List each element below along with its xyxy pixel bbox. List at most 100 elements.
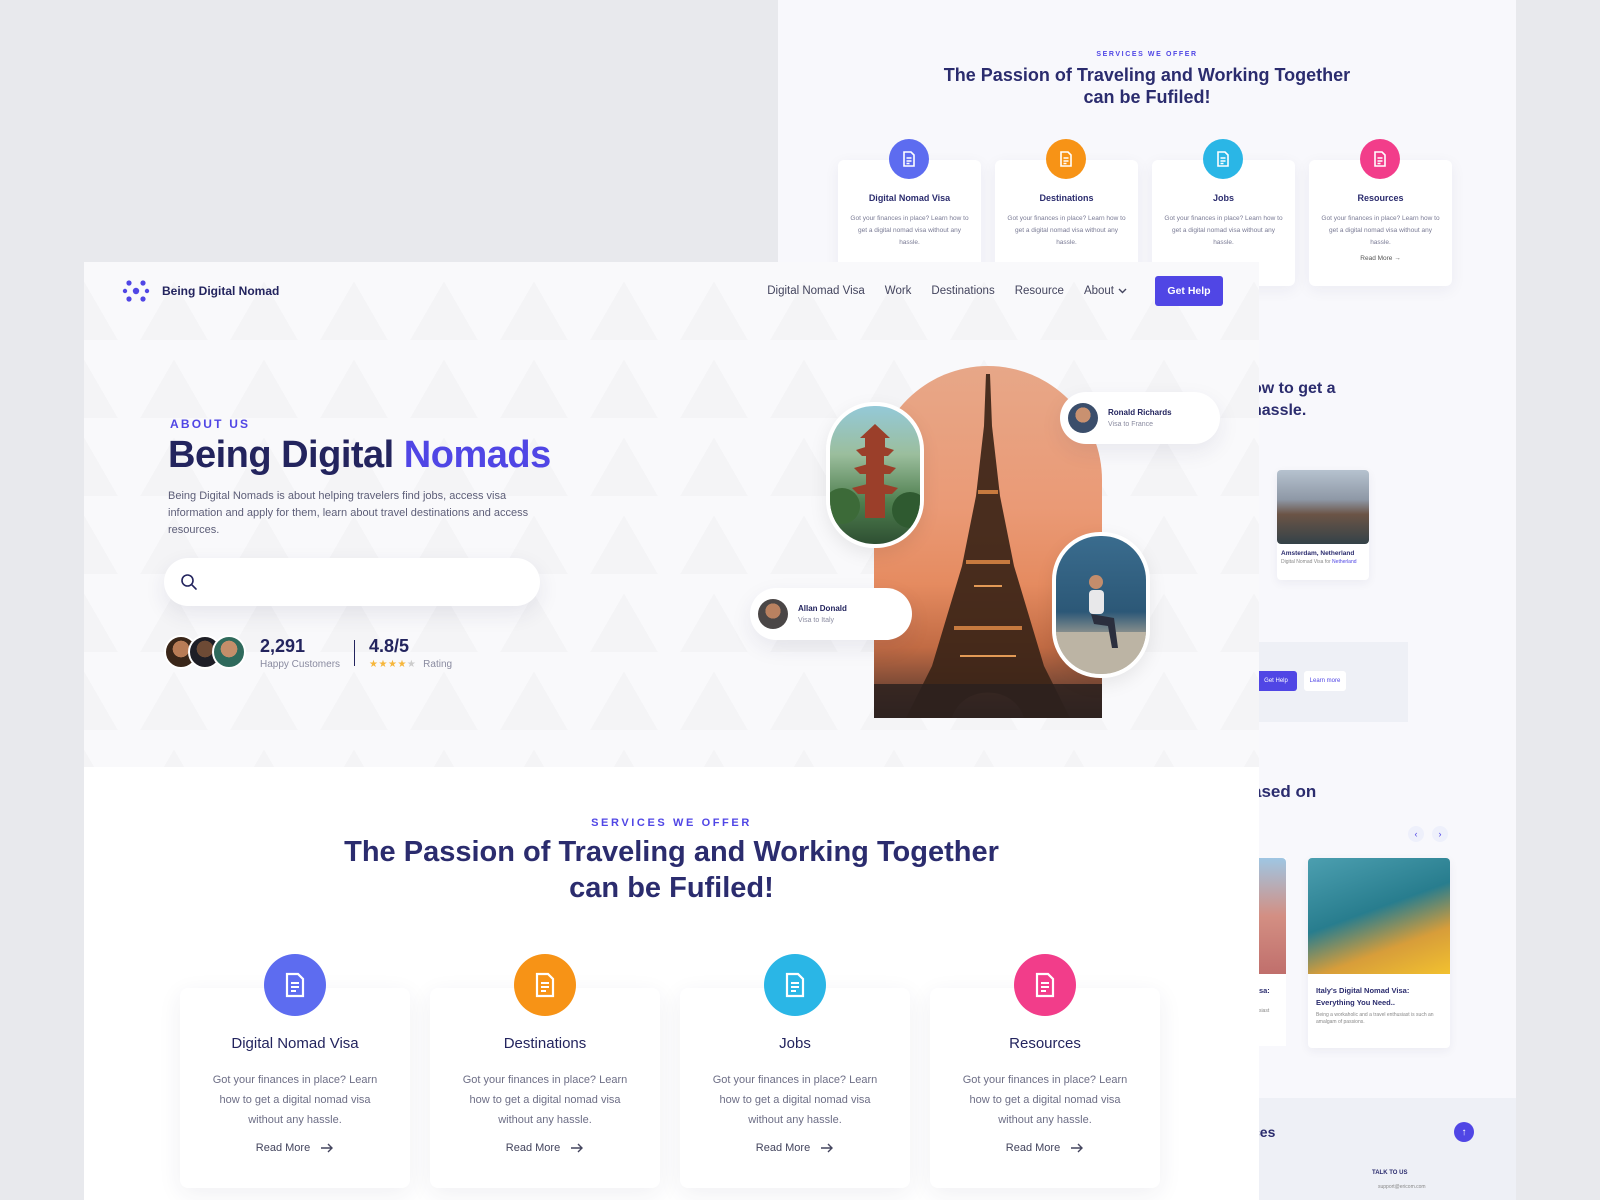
chevron-right-icon[interactable]: › xyxy=(1432,826,1448,842)
back-partial-heading-2: ased on xyxy=(1252,782,1317,801)
hero-description: Being Digital Nomads is about helping tr… xyxy=(168,490,529,536)
read-more-label: Read More xyxy=(1005,1142,1061,1154)
rating-row: ★★★★★ Rating xyxy=(369,659,452,670)
customer-avatars xyxy=(164,635,248,671)
document-icon xyxy=(514,954,576,1016)
brand-logo[interactable]: Being Digital Nomad xyxy=(122,277,279,305)
service-card-jobs[interactable]: Jobs Got your finances in place? Learn h… xyxy=(680,954,910,1188)
back-footer: ces ↑ TALK TO US support@ericom.com xyxy=(1230,1098,1516,1200)
back-card-desc: Got your finances in place? Learn how to… xyxy=(850,215,969,246)
customers-stat: 2,291 Happy Customers xyxy=(260,636,340,670)
arrow-right-icon xyxy=(821,1143,834,1153)
testimonial-card: Ronald Richards Visa to France xyxy=(1060,392,1220,444)
services-title: The Passion of Traveling and Working Tog… xyxy=(84,834,1259,906)
document-icon xyxy=(1360,139,1400,179)
back-blog-card[interactable]: Italy's Digital Nomad Visa: Everything Y… xyxy=(1308,858,1450,1048)
avatar xyxy=(1068,403,1098,433)
pagoda-image xyxy=(826,402,924,548)
traveler-by-sea-image xyxy=(1052,532,1150,678)
chevron-down-icon xyxy=(1118,288,1127,294)
card-description: Got your finances in place? Learn how to… xyxy=(962,1074,1128,1126)
read-more-link[interactable]: Read More xyxy=(930,1142,1160,1154)
card-description: Got your finances in place? Learn how to… xyxy=(712,1074,878,1126)
read-more-label: Read More xyxy=(505,1142,561,1154)
nav-item-about[interactable]: About xyxy=(1084,285,1127,297)
back-partial-heading-line2: hassle. xyxy=(1252,402,1307,419)
service-card-digital-nomad-visa[interactable]: Digital Nomad Visa Got your finances in … xyxy=(180,954,410,1188)
testimonial-text: Ronald Richards Visa to France xyxy=(1108,408,1172,428)
rating-stat: 4.8/5 ★★★★★ Rating xyxy=(369,636,452,670)
back-services-eyebrow: SERVICES WE OFFER xyxy=(1096,51,1198,58)
nav-item-digital-nomad-visa[interactable]: Digital Nomad Visa xyxy=(767,285,865,297)
card-description: Got your finances in place? Learn how to… xyxy=(462,1074,628,1126)
back-services-section: SERVICES WE OFFER The Passion of Traveli… xyxy=(778,0,1516,108)
arrow-right-icon: → xyxy=(1394,255,1401,262)
nav-item-about-label: About xyxy=(1083,285,1114,297)
nav-item-destinations[interactable]: Destinations xyxy=(931,285,994,297)
back-read-more-label: Read More xyxy=(1360,255,1393,262)
italy-coast-image xyxy=(1308,858,1450,974)
traveler-illustration xyxy=(1056,575,1146,674)
pagoda-illustration xyxy=(830,424,920,528)
document-icon xyxy=(1046,139,1086,179)
amsterdam-image xyxy=(1277,470,1369,544)
hero-stats: 2,291 Happy Customers 4.8/5 ★★★★★ Rating xyxy=(164,634,452,672)
read-more-link[interactable]: Read More xyxy=(430,1142,660,1154)
get-help-button[interactable]: Get Help xyxy=(1155,276,1223,306)
star-filled-icon: ★ xyxy=(378,659,388,670)
logo-icon xyxy=(122,280,150,302)
testimonial-sub: Visa to Italy xyxy=(798,617,835,624)
read-more-link[interactable]: Read More xyxy=(680,1142,910,1154)
back-services-title: The Passion of Traveling and Working Tog… xyxy=(943,65,1351,107)
back-learn-more-button[interactable]: Learn more xyxy=(1304,671,1346,691)
testimonial-card: Allan Donald Visa to Italy xyxy=(750,588,912,640)
document-icon xyxy=(764,954,826,1016)
about-eyebrow: ABOUT US xyxy=(170,417,251,431)
blog-sub: Being a workaholic and a travel enthusia… xyxy=(1316,1012,1434,1025)
arrow-right-icon xyxy=(571,1143,584,1153)
support-email[interactable]: support@ericom.com xyxy=(1378,1184,1426,1190)
document-icon xyxy=(264,954,326,1016)
destination-name: Amsterdam, Netherland xyxy=(1281,550,1355,557)
testimonial-name: Allan Donald xyxy=(798,604,847,613)
document-icon xyxy=(889,139,929,179)
back-read-more-link[interactable]: Read More → xyxy=(1309,255,1452,262)
read-more-link[interactable]: Read More xyxy=(180,1142,410,1154)
arrow-right-icon xyxy=(1071,1143,1084,1153)
document-icon xyxy=(1014,954,1076,1016)
back-destination-card[interactable]: Amsterdam, Netherland Digital Nomad Visa… xyxy=(1277,470,1369,580)
customers-label: Happy Customers xyxy=(260,659,341,670)
nav-item-resource[interactable]: Resource xyxy=(1015,285,1064,297)
carousel-controls: ‹ › xyxy=(1408,826,1448,842)
services-eyebrow: SERVICES WE OFFER xyxy=(591,817,752,829)
destination-sub-link[interactable]: Netherland xyxy=(1332,559,1356,565)
hero-title-main: Being Digital xyxy=(168,434,404,476)
destination-sub: Digital Nomad Visa for Netherland xyxy=(1277,557,1369,567)
back-partial-heading-line1: ow to get a xyxy=(1252,380,1336,397)
search-input[interactable] xyxy=(208,558,540,606)
read-more-label: Read More xyxy=(255,1142,311,1154)
avatar xyxy=(758,599,788,629)
destination-sub-prefix: Digital Nomad Visa for xyxy=(1281,559,1331,565)
star-filled-icon: ★ xyxy=(397,659,407,670)
document-icon xyxy=(1203,139,1243,179)
arrow-up-icon[interactable]: ↑ xyxy=(1454,1122,1474,1142)
top-navigation: Being Digital Nomad Digital Nomad Visa W… xyxy=(122,276,1223,306)
nav-item-work[interactable]: Work xyxy=(885,285,912,297)
star-filled-icon: ★ xyxy=(369,659,379,670)
talk-to-us-label: TALK TO US xyxy=(1372,1170,1408,1176)
front-page-preview: Being Digital Nomad Digital Nomad Visa W… xyxy=(84,262,1259,1200)
testimonial-sub: Visa to France xyxy=(1108,421,1154,428)
card-description: Got your finances in place? Learn how to… xyxy=(212,1074,378,1126)
avatar xyxy=(212,635,246,669)
testimonial-text: Allan Donald Visa to Italy xyxy=(798,604,847,624)
back-get-help-button[interactable]: Get Help xyxy=(1255,671,1297,691)
search-bar[interactable] xyxy=(164,558,540,606)
service-card-resources[interactable]: Resources Got your finances in place? Le… xyxy=(930,954,1160,1188)
service-card-destinations[interactable]: Destinations Got your finances in place?… xyxy=(430,954,660,1188)
back-service-card[interactable]: Resources Got your finances in place? Le… xyxy=(1309,139,1452,286)
chevron-left-icon[interactable]: ‹ xyxy=(1408,826,1424,842)
back-card-desc: Got your finances in place? Learn how to… xyxy=(1164,215,1283,246)
back-partial-heading: ow to get a hassle. xyxy=(1252,378,1336,422)
search-icon xyxy=(181,574,197,590)
